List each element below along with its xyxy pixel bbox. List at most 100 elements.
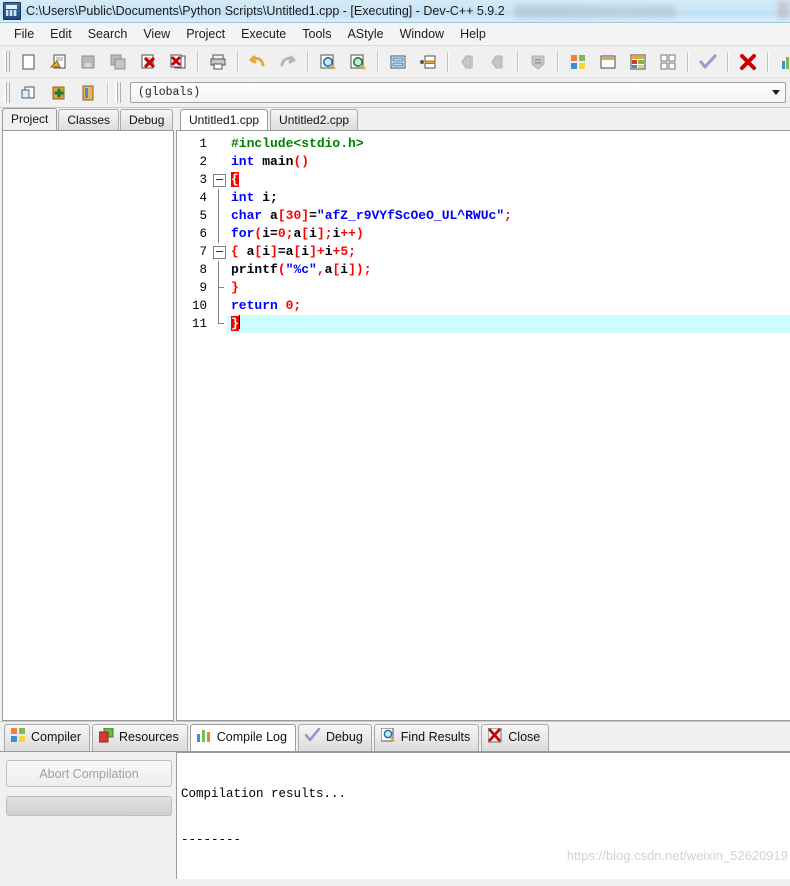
string-literal: afZ_r9VYfScOeO_UL^RWUc — [324, 208, 497, 223]
find-icon[interactable] — [314, 48, 342, 75]
menu-item-help[interactable]: Help — [452, 25, 494, 43]
new-file-icon[interactable] — [14, 48, 42, 75]
code-line-11[interactable]: } — [227, 315, 790, 333]
fold-collapse-icon[interactable] — [213, 174, 226, 187]
tab-compile-log[interactable]: Compile Log — [189, 724, 296, 751]
replace-icon[interactable] — [344, 48, 372, 75]
fold-line — [218, 261, 219, 279]
toolbar-separator — [687, 51, 689, 72]
add-to-project-icon[interactable] — [44, 79, 72, 106]
close-file-icon[interactable] — [134, 48, 162, 75]
tab-resources-label: Resources — [119, 730, 179, 744]
fold-collapse-box-outer[interactable] — [211, 243, 227, 261]
step-back-icon[interactable] — [454, 48, 482, 75]
tab-classes[interactable]: Classes — [58, 109, 120, 130]
code-line-3[interactable]: { — [227, 171, 790, 189]
compile-icon[interactable] — [564, 48, 592, 75]
chevron-down-icon[interactable] — [768, 83, 783, 102]
globals-selector[interactable]: (globals) — [130, 82, 786, 103]
tab-debug[interactable]: Debug — [297, 724, 372, 751]
compile-log-text[interactable]: Compilation results... -------- - Errors… — [176, 752, 790, 879]
menu-item-window[interactable]: Window — [392, 25, 452, 43]
line-number: 9 — [199, 281, 207, 295]
compilation-progress-bar — [6, 796, 172, 816]
fold-line — [218, 225, 219, 243]
compile-and-run-icon[interactable] — [624, 48, 652, 75]
line-number: 5 — [199, 209, 207, 223]
tab-find-results[interactable]: Find Results — [373, 724, 480, 751]
close-all-icon[interactable] — [164, 48, 192, 75]
bottom-panel-tabs: Compiler Resources Compile Log Debug Fin — [0, 722, 790, 751]
code-folding-column[interactable] — [211, 131, 227, 720]
code-line-9[interactable]: } — [227, 279, 790, 297]
tab-untitled2-cpp[interactable]: Untitled2.cpp — [270, 109, 359, 130]
code-line-1[interactable]: #include<stdio.h> — [227, 135, 790, 153]
menu-item-file[interactable]: File — [6, 25, 42, 43]
new-project-icon[interactable] — [14, 79, 42, 106]
tab-project[interactable]: Project — [2, 108, 58, 130]
code-line-6[interactable]: for(i=0;a[i];i++) — [227, 225, 790, 243]
code-line-8[interactable]: printf("%c",a[i]); — [227, 261, 790, 279]
tab-close[interactable]: Close — [481, 724, 550, 751]
menu-item-tools[interactable]: Tools — [294, 25, 339, 43]
log-line: -------- — [181, 833, 242, 847]
step-forward-icon[interactable] — [484, 48, 512, 75]
window-controls-region[interactable] — [778, 1, 790, 18]
secondary-toolbar: (globals) — [0, 78, 790, 108]
code-line-4[interactable]: int i; — [227, 189, 790, 207]
tab-compiler-label: Compiler — [31, 730, 82, 744]
undo-icon[interactable] — [244, 48, 272, 75]
fold-row — [211, 261, 227, 279]
goto-line-icon[interactable] — [384, 48, 412, 75]
menu-item-view[interactable]: View — [135, 25, 178, 43]
line-number: 11 — [191, 317, 207, 331]
redo-icon[interactable] — [274, 48, 302, 75]
tab-debug[interactable]: Debug — [120, 109, 174, 130]
run-icon[interactable] — [594, 48, 622, 75]
save-all-icon[interactable] — [104, 48, 132, 75]
tab-resources[interactable]: Resources — [92, 724, 188, 751]
fold-collapse-icon[interactable] — [213, 246, 226, 259]
log-line-errors: - Errors: 0 — [181, 877, 790, 879]
code-line-5[interactable]: char a[30]="afZ_r9VYfScOeO_UL^RWUc"; — [227, 207, 790, 225]
code-editor[interactable]: 1 2 3 4 5 6 7 8 9 10 11 #include<stdio.h… — [176, 130, 790, 721]
profile-icon[interactable] — [774, 48, 790, 75]
menu-item-project[interactable]: Project — [178, 25, 233, 43]
menu-item-edit[interactable]: Edit — [42, 25, 80, 43]
remove-from-project-icon[interactable] — [74, 79, 102, 106]
tab-compiler[interactable]: Compiler — [4, 724, 91, 751]
fold-collapse-box-outer[interactable] — [211, 171, 227, 189]
menu-item-search[interactable]: Search — [80, 25, 136, 43]
save-file-icon[interactable] — [74, 48, 102, 75]
code-line-2[interactable]: int main() — [227, 153, 790, 171]
toolbar-separator — [377, 51, 379, 72]
rebuild-all-icon[interactable] — [654, 48, 682, 75]
line-number-gutter: 1 2 3 4 5 6 7 8 9 10 11 — [177, 131, 211, 720]
tab-untitled1-cpp[interactable]: Untitled1.cpp — [180, 109, 269, 130]
toolbar-grip[interactable] — [115, 82, 122, 103]
tab-find-results-label: Find Results — [400, 730, 471, 744]
project-tree[interactable] — [2, 130, 174, 721]
abort-compilation-button[interactable]: Abort Compilation — [6, 760, 172, 787]
syntax-check-icon[interactable] — [694, 48, 722, 75]
stop-execution-icon[interactable] — [524, 48, 552, 75]
line-number: 4 — [199, 191, 207, 205]
code-lines[interactable]: #include<stdio.h> int main() { int i; ch… — [227, 131, 790, 720]
editor-panel: Untitled1.cpp Untitled2.cpp 1 2 3 4 5 6 … — [176, 108, 790, 721]
toolbar-grip[interactable] — [4, 82, 11, 103]
toolbar-separator — [727, 51, 729, 72]
title-bar: C:\Users\Public\Documents\Python Scripts… — [0, 0, 790, 23]
delete-icon[interactable] — [734, 48, 762, 75]
menu-item-execute[interactable]: Execute — [233, 25, 294, 43]
menu-item-astyle[interactable]: AStyle — [339, 25, 391, 43]
fold-end-tick — [218, 323, 224, 324]
open-file-icon[interactable] — [44, 48, 72, 75]
print-icon[interactable] — [204, 48, 232, 75]
code-line-7[interactable]: { a[i]=a[i]+i+5; — [227, 243, 790, 261]
toolbar-grip[interactable] — [4, 51, 11, 72]
code-line-10[interactable]: return 0; — [227, 297, 790, 315]
code-line-1-text: #include<stdio.h> — [231, 136, 364, 151]
toolbar-separator — [447, 51, 449, 72]
toggle-bookmark-icon[interactable] — [414, 48, 442, 75]
close-red-icon — [487, 727, 503, 747]
